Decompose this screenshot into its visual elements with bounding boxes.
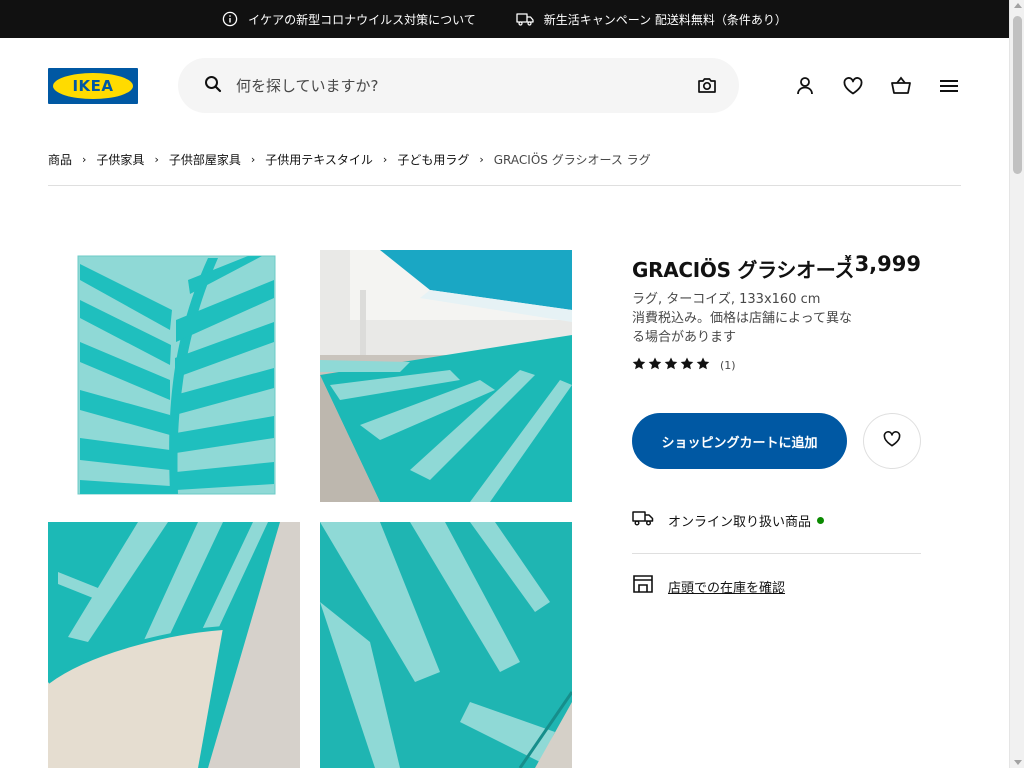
menu-icon[interactable] [937, 74, 961, 98]
announcement-bar: イケアの新型コロナウイルス対策について 新生活キャンペーン 配送料無料（条件あり… [0, 0, 1009, 38]
star-icon [632, 357, 646, 373]
breadcrumb: 商品 › 子供家具 › 子供部屋家具 › 子供用テキスタイル › 子ども用ラグ … [48, 151, 651, 168]
rating-count: (1) [720, 358, 736, 372]
online-availability-text: オンライン取り扱い商品 [668, 514, 812, 530]
cart-icon[interactable] [889, 74, 913, 98]
add-to-cart-button[interactable]: ショッピングカートに追加 [632, 413, 847, 469]
product-name: GRACIÖS グラシオース [632, 258, 855, 282]
rug-closeup-image[interactable] [320, 522, 572, 768]
price-currency: ¥ [844, 254, 852, 265]
product-info-panel: GRACIÖS グラシオース ¥3,999 ラグ, ターコイズ, 133x160… [632, 250, 921, 596]
star-icon [664, 357, 678, 373]
tax-note: 消費税込み。価格は店舗によって異なる場合があります [632, 311, 852, 345]
availability-status-dot [817, 516, 825, 524]
chevron-right-icon: › [250, 153, 256, 166]
breadcrumb-divider [48, 185, 961, 186]
chevron-right-icon: › [154, 153, 159, 166]
breadcrumb-item[interactable]: 子ども用ラグ [397, 151, 469, 168]
site-header: IKEA [48, 58, 961, 114]
product-price: ¥3,999 [845, 252, 921, 276]
availability-divider [632, 553, 921, 554]
scroll-thumb[interactable] [1013, 16, 1022, 174]
ikea-logo[interactable]: IKEA [48, 68, 138, 104]
heart-icon[interactable] [841, 74, 865, 98]
covid-notice-link[interactable]: イケアの新型コロナウイルス対策について [222, 11, 476, 28]
scroll-up-arrow[interactable] [1014, 3, 1022, 8]
scroll-down-arrow[interactable] [1014, 760, 1022, 765]
breadcrumb-item[interactable]: 子供部屋家具 [169, 151, 241, 168]
truck-icon [632, 510, 654, 530]
star-icon [648, 357, 662, 373]
camera-icon[interactable] [697, 75, 717, 99]
star-icon [680, 357, 694, 373]
search-input[interactable] [236, 76, 676, 95]
search-icon[interactable] [204, 75, 222, 97]
chevron-right-icon: › [479, 153, 484, 166]
chevron-right-icon: › [82, 153, 87, 166]
truck-icon [516, 12, 534, 26]
product-rating[interactable]: (1) [632, 357, 921, 373]
breadcrumb-item[interactable]: 子供家具 [96, 151, 144, 168]
page-scrollbar[interactable] [1009, 0, 1024, 768]
rug-front-image[interactable] [48, 250, 300, 502]
rug-corner-folded-image[interactable] [48, 522, 300, 768]
logo-text: IKEA [72, 77, 114, 95]
info-icon [222, 11, 238, 27]
header-icons [793, 74, 961, 98]
breadcrumb-item[interactable]: 子供用テキスタイル [265, 151, 373, 168]
chevron-right-icon: › [382, 153, 388, 166]
heart-icon [883, 431, 901, 451]
breadcrumb-item[interactable]: 商品 [48, 151, 72, 168]
delivery-campaign-link[interactable]: 新生活キャンペーン 配送料無料（条件あり） [516, 11, 787, 28]
breadcrumb-current: GRACIÖS グラシオース ラグ [493, 153, 651, 167]
covid-notice-text: イケアの新型コロナウイルス対策について [248, 12, 476, 27]
star-icon [696, 357, 710, 373]
product-description: ラグ, ターコイズ, 133x160 cm [632, 292, 821, 307]
price-value: 3,999 [854, 252, 921, 276]
online-availability: オンライン取り扱い商品 [632, 510, 921, 530]
store-icon [632, 574, 654, 598]
store-stock-check-link[interactable]: 店頭での在庫を確認 [632, 574, 785, 598]
rug-bedroom-image[interactable] [320, 250, 572, 502]
user-icon[interactable] [793, 74, 817, 98]
favorite-button[interactable] [863, 413, 921, 469]
search-bar[interactable] [178, 58, 739, 113]
store-stock-check-text: 店頭での在庫を確認 [668, 580, 786, 596]
delivery-campaign-text: 新生活キャンペーン 配送料無料（条件あり） [543, 12, 787, 27]
